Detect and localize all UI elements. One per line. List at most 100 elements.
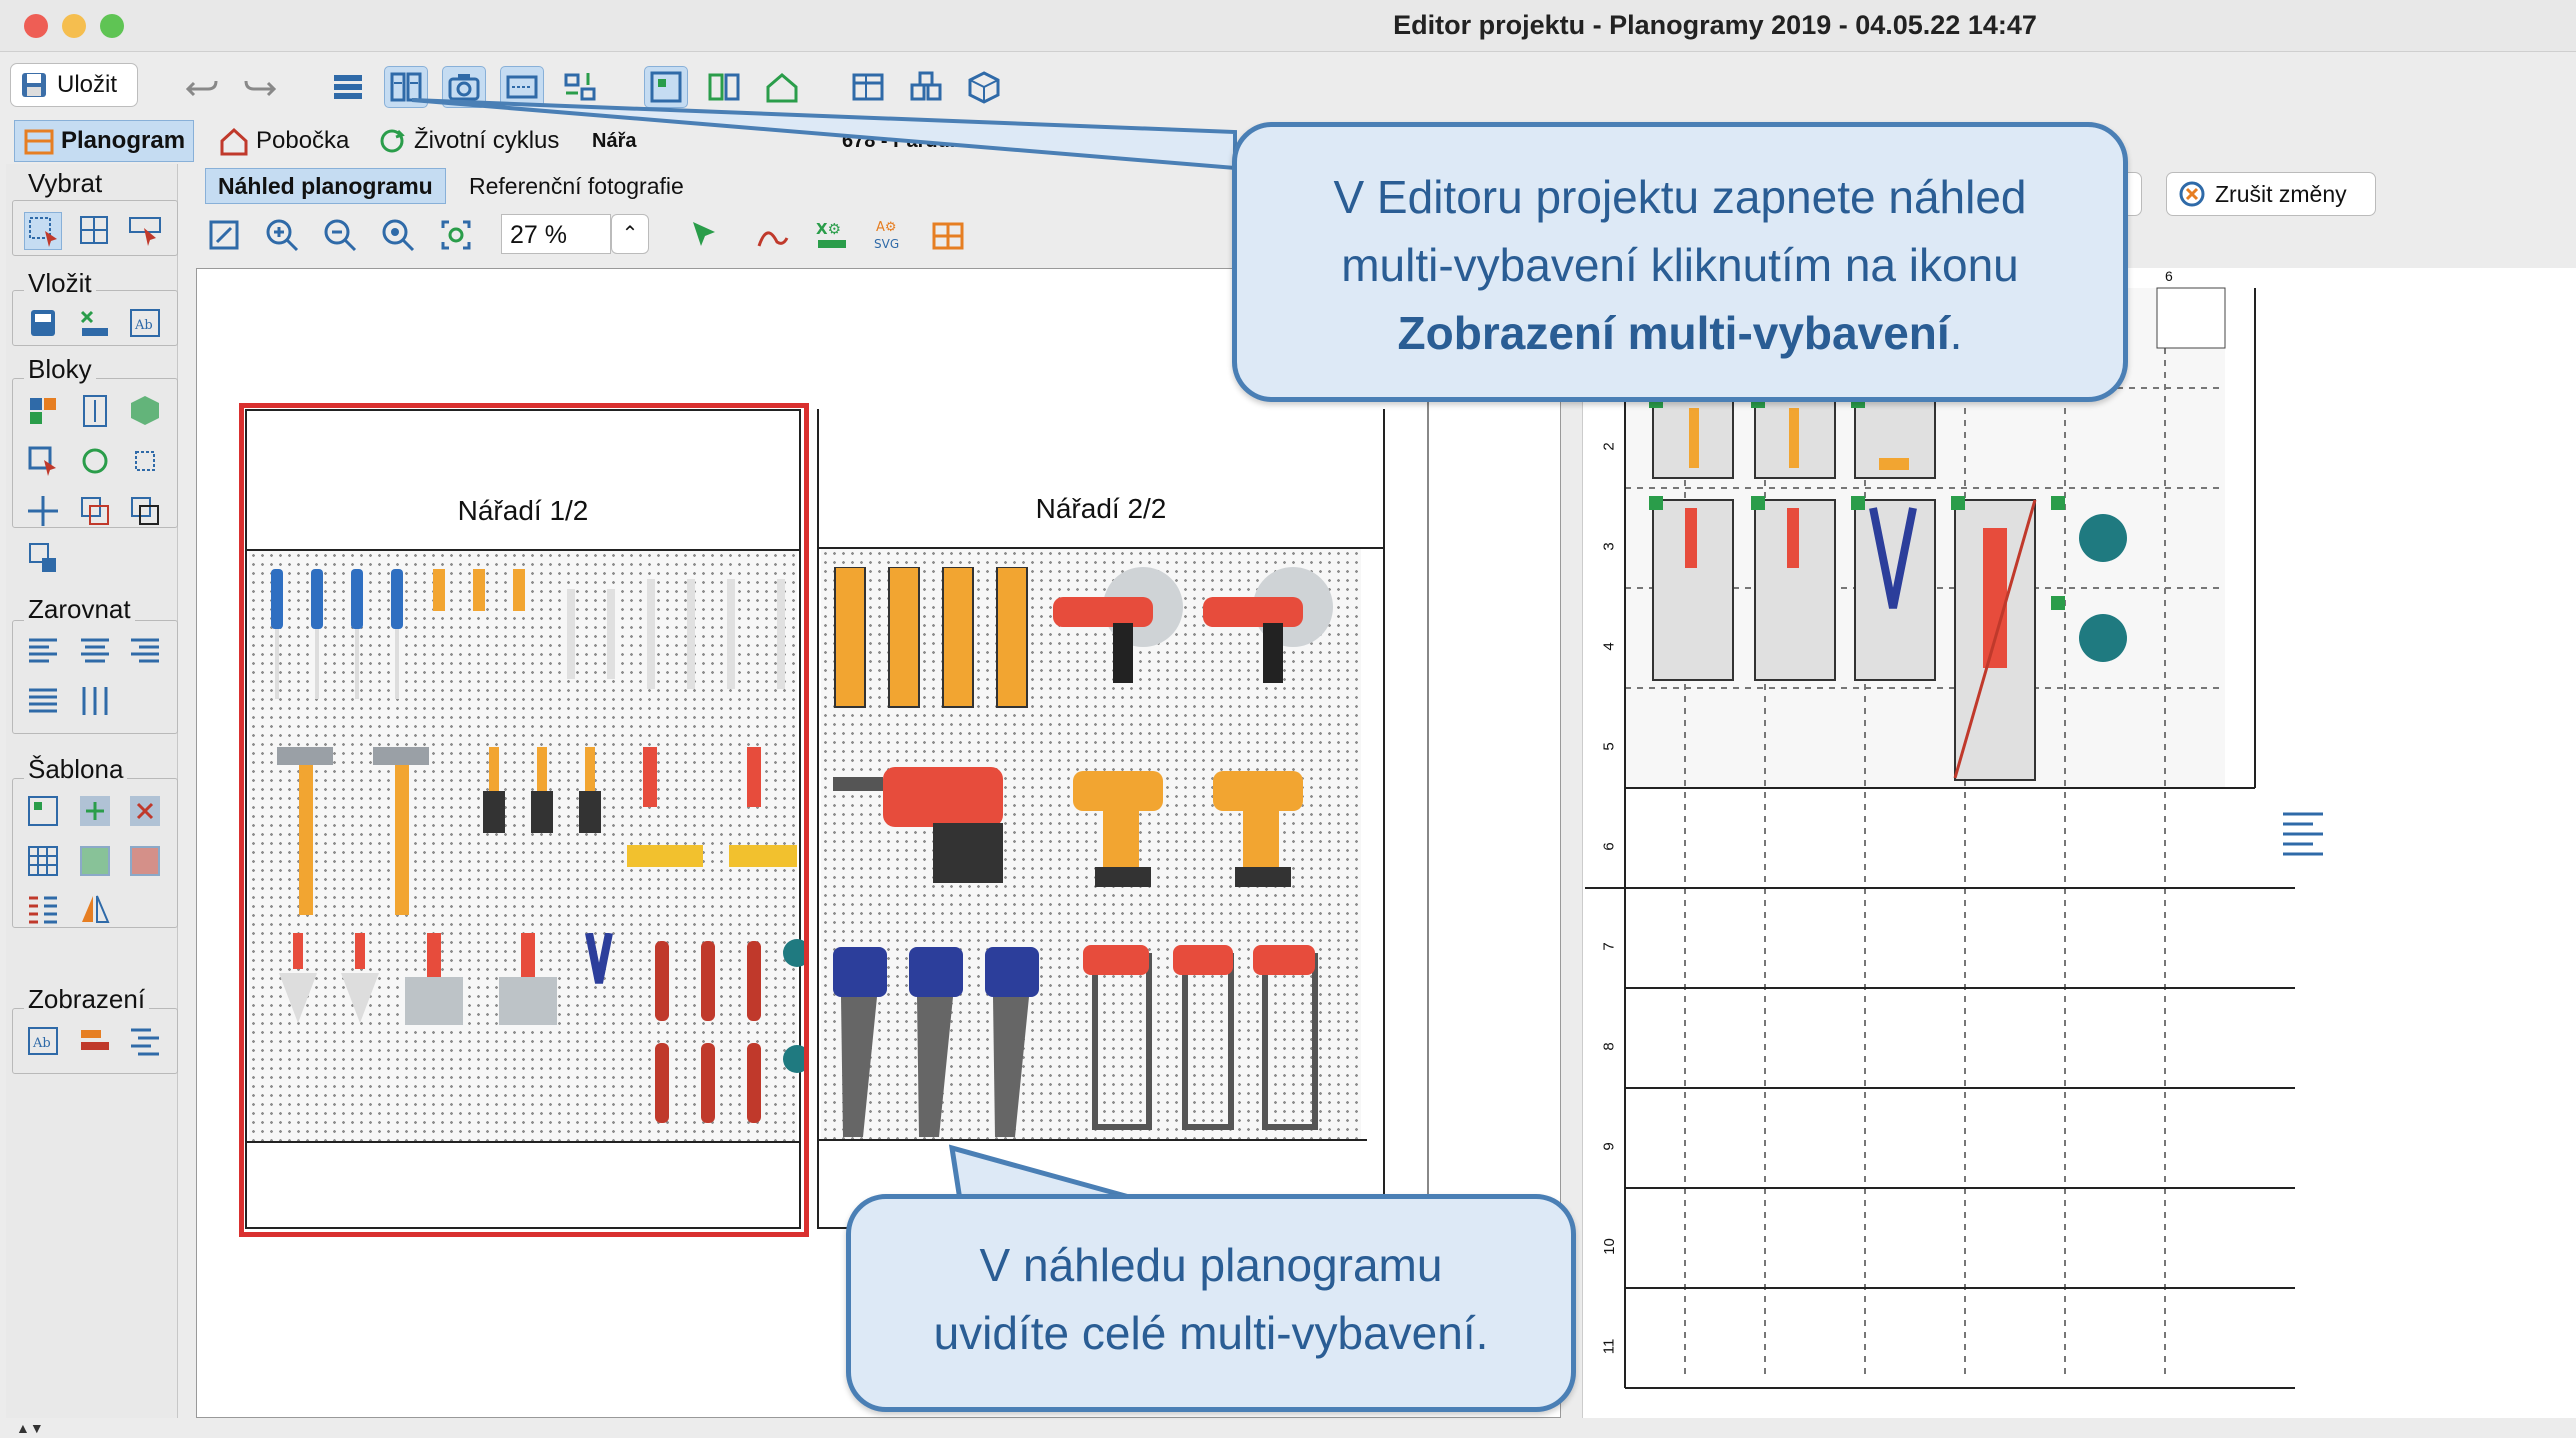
- tab-branch[interactable]: Pobočka: [210, 120, 357, 162]
- align-right-icon[interactable]: [126, 632, 164, 670]
- template-mirror-icon[interactable]: [76, 890, 114, 928]
- row-label-9: 9: [1600, 1142, 1618, 1151]
- zoom-in-icon[interactable]: [263, 216, 301, 254]
- tab-planogram-label: Planogram: [61, 127, 186, 154]
- floppy-disk-icon: [22, 73, 46, 97]
- fixture-grid-canvas[interactable]: 6 2 3 4 5 6 7 8 9 10 11: [1582, 268, 2576, 1418]
- blocks-group-label: Bloky: [24, 354, 96, 385]
- zoom-stepper[interactable]: ⌃: [611, 214, 649, 254]
- insert-shelf-icon[interactable]: [76, 304, 114, 342]
- undo-icon: [185, 80, 218, 97]
- layout-button[interactable]: [644, 66, 688, 108]
- tab-tools[interactable]: Nářa: [584, 120, 644, 162]
- block-expand-icon[interactable]: [126, 442, 164, 480]
- multi-fixture-icon: [390, 72, 422, 102]
- stacked-boxes-icon: [910, 71, 942, 101]
- insert-group-label: Vložit: [24, 268, 96, 299]
- planogram-icon: [24, 129, 54, 155]
- table-icon: [852, 73, 884, 101]
- block-split-icon[interactable]: [24, 538, 62, 576]
- tab-store-pardubice[interactable]: 678 - Pardubice: [834, 120, 998, 162]
- tab-branch-label: Pobočka: [256, 127, 350, 154]
- move-icon[interactable]: [24, 492, 62, 530]
- template-add-icon[interactable]: [76, 792, 114, 830]
- module-2[interactable]: Nářadí 2/2: [817, 409, 1385, 1229]
- fixture-layout-icon: [650, 71, 682, 103]
- undo-button[interactable]: [180, 66, 224, 108]
- selected-module-highlight: [239, 403, 809, 1237]
- planogram-export-icon[interactable]: [929, 216, 967, 254]
- select-grid-icon[interactable]: [76, 212, 114, 250]
- select-arrow-icon[interactable]: [24, 212, 62, 250]
- row-label-8: 8: [1600, 1042, 1618, 1051]
- block-3d-icon[interactable]: [126, 392, 164, 430]
- zoom-level-input[interactable]: 27 %: [501, 214, 611, 254]
- callout-bottom: V náhledu planogramu uvidíte celé multi-…: [846, 1194, 1576, 1412]
- callout-top: V Editoru projektu zapnete náhled multi-…: [1232, 122, 2128, 402]
- zoom-fit-icon[interactable]: [437, 216, 475, 254]
- template-apply-icon[interactable]: [24, 792, 62, 830]
- photo-view-button[interactable]: [442, 66, 486, 108]
- view-labels-icon[interactable]: Ab: [24, 1022, 62, 1060]
- save-button[interactable]: Uložit: [10, 63, 138, 107]
- pointer-tool-icon[interactable]: [685, 216, 723, 254]
- template-grid-icon[interactable]: [24, 842, 62, 880]
- numbering-button[interactable]: [558, 66, 602, 108]
- products-button[interactable]: [904, 66, 948, 108]
- block-resize-icon[interactable]: [76, 392, 114, 430]
- distribute-vertical-icon[interactable]: [24, 682, 62, 720]
- pdf-export-icon[interactable]: [753, 216, 791, 254]
- svg-text:SVG: SVG: [874, 237, 899, 251]
- cancel-changes-button[interactable]: Zrušit změny: [2166, 172, 2376, 216]
- tab-tools-label: Nářa: [592, 129, 637, 152]
- blocks-icon[interactable]: [24, 392, 62, 430]
- svg-export-icon[interactable]: A⚙ SVG: [871, 216, 909, 254]
- view-list-icon[interactable]: [126, 1022, 164, 1060]
- redo-icon: [244, 80, 277, 97]
- distribute-horizontal-icon[interactable]: [76, 682, 114, 720]
- row-label-10: 10: [1600, 1238, 1618, 1255]
- tab-planogram-preview[interactable]: Náhled planogramu: [205, 168, 446, 204]
- tab-lifecycle[interactable]: Životní cyklus: [368, 120, 567, 162]
- insert-product-icon[interactable]: [24, 304, 62, 342]
- block-delete-icon[interactable]: [126, 492, 164, 530]
- dimension-view-button[interactable]: [500, 66, 544, 108]
- 3d-view-button[interactable]: [962, 66, 1006, 108]
- row-label-11: 11: [1600, 1338, 1618, 1355]
- align-left-icon[interactable]: [24, 632, 62, 670]
- select-group-label: Vybrat: [24, 168, 107, 199]
- lifecycle-icon: [380, 129, 405, 153]
- block-copy-icon[interactable]: [76, 492, 114, 530]
- template-fill-icon[interactable]: [76, 842, 114, 880]
- select-area-icon[interactable]: [126, 212, 164, 250]
- view-colors-icon[interactable]: [76, 1022, 114, 1060]
- cube-icon: [968, 71, 1000, 104]
- template-remove-icon[interactable]: [126, 792, 164, 830]
- template-list-icon[interactable]: [24, 890, 62, 928]
- fixtures-button[interactable]: [702, 66, 746, 108]
- template-group-label: Šablona: [24, 754, 128, 785]
- excel-export-icon[interactable]: X⚙: [813, 216, 851, 254]
- panel-collapse-arrows[interactable]: ▲▼: [16, 1420, 44, 1436]
- redo-button[interactable]: [238, 66, 282, 108]
- callout-bottom-line1: V náhledu planogramu: [979, 1239, 1443, 1291]
- svg-text:Ab: Ab: [134, 318, 153, 333]
- align-group-label: Zarovnat: [24, 594, 135, 625]
- tab-reference-photos[interactable]: Referenční fotografie: [457, 168, 696, 204]
- multi-fixture-view-button[interactable]: [384, 66, 428, 108]
- fit-page-icon[interactable]: [205, 216, 243, 254]
- insert-text-icon[interactable]: Ab: [126, 304, 164, 342]
- store-button[interactable]: [760, 66, 804, 108]
- align-center-icon[interactable]: [76, 632, 114, 670]
- svg-text:Ab: Ab: [32, 1036, 51, 1051]
- template-color-icon[interactable]: [126, 842, 164, 880]
- tab-planogram[interactable]: Planogram: [14, 120, 195, 162]
- block-rotate-icon[interactable]: [76, 442, 114, 480]
- table-button[interactable]: [846, 66, 890, 108]
- callout-top-line1: V Editoru projektu zapnete náhled: [1333, 171, 2027, 223]
- fixture-grid: [1585, 287, 2323, 1389]
- zoom-reset-icon[interactable]: [379, 216, 417, 254]
- zoom-out-icon[interactable]: [321, 216, 359, 254]
- list-view-button[interactable]: [326, 66, 370, 108]
- block-select-icon[interactable]: [24, 442, 62, 480]
